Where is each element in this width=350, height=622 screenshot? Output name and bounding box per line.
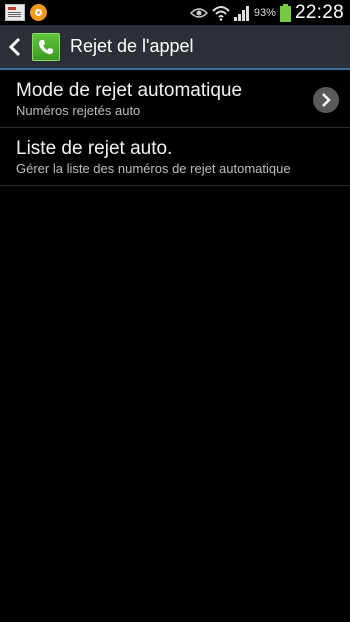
page-title: Rejet de l'appel	[70, 36, 194, 56]
battery-icon	[279, 3, 291, 22]
setting-title: Mode de rejet automatique	[16, 80, 243, 101]
notification-area	[0, 4, 47, 21]
setting-title: Liste de rejet auto.	[16, 138, 173, 159]
chevron-right-icon[interactable]	[313, 87, 339, 113]
wifi-icon	[212, 5, 230, 21]
setting-auto-reject-mode[interactable]: Mode de rejet automatique Numéros rejeté…	[0, 70, 350, 128]
settings-list: Mode de rejet automatique Numéros rejeté…	[0, 70, 350, 186]
eye-icon	[189, 7, 208, 18]
signal-icon	[233, 5, 249, 21]
phone-icon[interactable]	[32, 32, 60, 61]
orange-app-notification-icon	[30, 4, 47, 21]
chevron-left-icon[interactable]	[7, 37, 23, 57]
clock: 22:28	[294, 1, 344, 23]
setting-subtitle: Numéros rejetés auto	[16, 103, 141, 118]
battery-percent: 93%	[253, 6, 276, 19]
status-bar: 93% 22:28	[0, 0, 350, 25]
action-bar: Rejet de l'appel	[0, 25, 350, 70]
setting-auto-reject-list[interactable]: Liste de rejet auto. Gérer la liste des …	[0, 128, 350, 186]
news-notification-icon	[5, 4, 25, 21]
system-status-area: 93% 22:28	[189, 1, 350, 24]
setting-subtitle: Gérer la liste des numéros de rejet auto…	[16, 161, 291, 176]
